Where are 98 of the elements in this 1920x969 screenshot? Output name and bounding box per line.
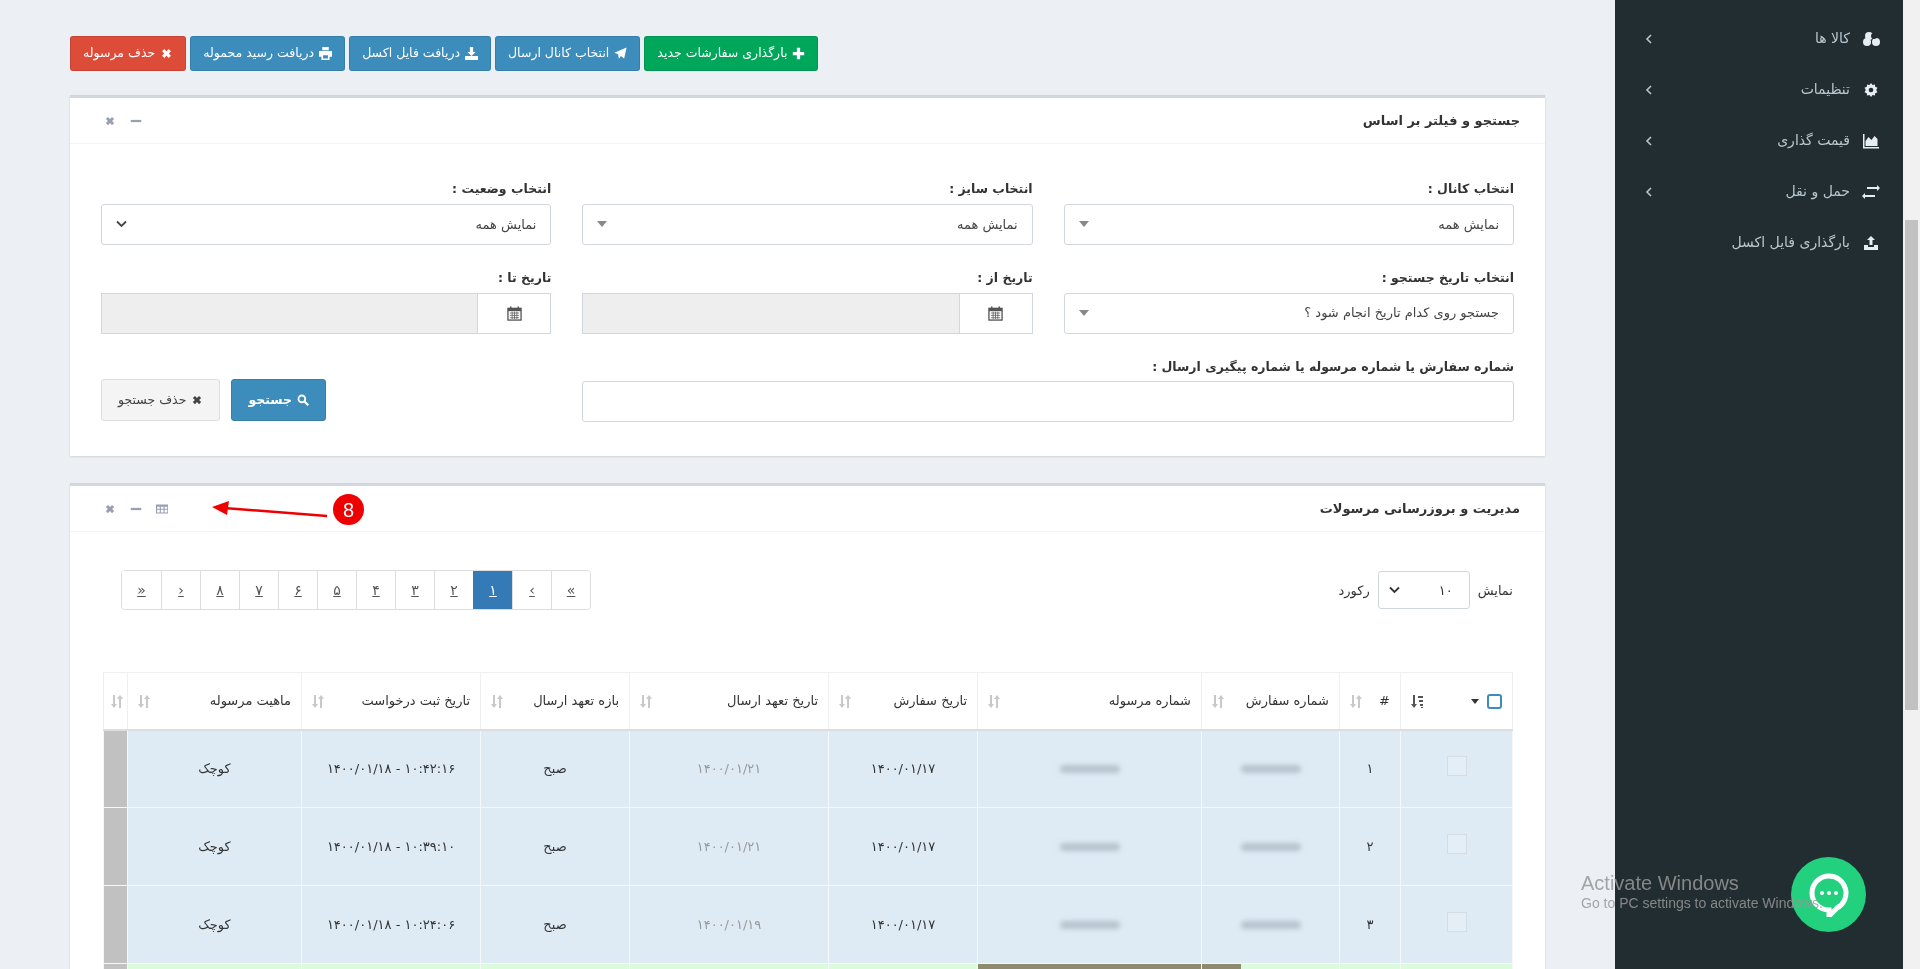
sort-icon: [1212, 694, 1224, 708]
clear-button[interactable]: حذف جستجو: [101, 379, 221, 422]
page-size-label: رکورد: [1338, 581, 1370, 600]
toolbar-button[interactable]: دریافت رسید محموله: [190, 36, 346, 71]
close-icon[interactable]: [104, 502, 116, 515]
chevron-icon: [1645, 186, 1653, 197]
sort-icon: [491, 694, 503, 708]
sidebar-item[interactable]: قیمت گذاری: [1615, 115, 1903, 166]
area-chart-icon: [1862, 132, 1881, 149]
field-label: تاریخ از :: [976, 268, 1033, 287]
table-cell: ۱۴۰۰/۰۱/۲۱: [696, 839, 762, 854]
table-cell: صبح: [543, 839, 567, 854]
page-size-label: نمایش: [1477, 581, 1513, 600]
sort-icon: [1411, 694, 1423, 708]
page-size-select[interactable]: ۱۰: [1377, 571, 1470, 610]
printer-icon: [319, 47, 333, 60]
table-cell: ۱۴۰۰/۰۱/۱۷: [870, 917, 936, 932]
blurred-text: [1059, 921, 1120, 929]
close-icon[interactable]: [104, 114, 116, 127]
table-cell: ۱۰:۲۴:۰۶ - ۱۴۰۰/۰۱/۱۸: [326, 917, 456, 932]
input-field[interactable]: [582, 381, 1514, 423]
sort-icon: [640, 694, 652, 708]
sort-icon: [111, 695, 123, 709]
toolbar-button[interactable]: دریافت فایل اکسل: [349, 36, 491, 71]
table-cell: کوچک: [198, 839, 231, 854]
field-label: تاریخ تا :: [496, 268, 552, 287]
sidebar-item[interactable]: بارگذاری فایل اکسل: [1615, 217, 1903, 268]
sort-icon: [312, 694, 324, 708]
field-label: انتخاب تاریخ جستجو :: [1380, 268, 1514, 287]
triangle-icon: [1078, 309, 1089, 317]
panel-title: جستجو و فیلتر بر اساس: [1362, 111, 1520, 130]
sort-icon: [1350, 694, 1362, 708]
sidebar-item[interactable]: تنظیمات: [1615, 64, 1903, 115]
panel-title: مدیریت و بروزرسانی مرسولات: [1319, 500, 1520, 518]
field-label: انتخاب وضعیت :: [451, 180, 552, 198]
column-header[interactable]: ماهیت مرسوله: [209, 691, 291, 711]
select-field[interactable]: نمایش همه: [101, 203, 552, 245]
table-icon[interactable]: [156, 502, 168, 515]
column-header[interactable]: #: [1379, 691, 1390, 711]
annotation-number: 8: [333, 494, 364, 526]
sort-icon: [138, 694, 150, 708]
blurred-text: [1240, 843, 1301, 851]
field-label: انتخاب کانال :: [1426, 180, 1514, 198]
table-cell: ۱۴۰۰/۰۱/۱۹: [696, 917, 762, 932]
download-icon: [465, 47, 478, 60]
toolbar-button[interactable]: حذف مرسوله: [70, 36, 187, 71]
column-header[interactable]: شماره مرسوله: [1108, 691, 1191, 711]
upload-icon: [1862, 234, 1881, 251]
sidebar-item[interactable]: حمل و نقل: [1615, 166, 1903, 217]
close-icon: [191, 394, 204, 407]
cubes-icon: [1862, 30, 1881, 47]
blurred-text: [1240, 921, 1301, 929]
column-header[interactable]: بازه تعهد ارسال: [533, 691, 619, 711]
table-cell: ۱۰:۳۹:۱۰ - ۱۴۰۰/۰۱/۱۸: [326, 839, 456, 854]
table-cell: ۱۰:۴۲:۱۶ - ۱۴۰۰/۰۱/۱۸: [326, 761, 456, 777]
triangle-icon: [597, 220, 608, 229]
table-cell: کوچک: [198, 761, 231, 777]
column-header[interactable]: تاریخ سفارش: [893, 691, 967, 711]
table-cell: ۳: [1366, 917, 1374, 932]
table-cell: ۱۴۰۰/۰۱/۱۷: [870, 761, 936, 777]
close-icon: [160, 47, 174, 60]
select-field[interactable]: نمایش همه: [1063, 203, 1514, 245]
arrows-icon: [1862, 183, 1881, 200]
select-field[interactable]: نمایش همه: [582, 203, 1033, 245]
pagination-link[interactable]: «: [551, 571, 590, 610]
table-cell: ۱: [1366, 761, 1374, 777]
sidebar-item[interactable]: کالا ها: [1615, 13, 1903, 64]
column-header[interactable]: تاریخ تعهد ارسال: [726, 691, 818, 711]
plus-icon: [792, 47, 806, 60]
table-cell: کوچک: [198, 917, 231, 932]
select-field[interactable]: جستجو روی کدام تاریخ انجام شود ؟: [1063, 292, 1514, 334]
chevron-icon: [1645, 135, 1653, 146]
table-cell: صبح: [543, 761, 567, 777]
paper-plane-icon: [614, 47, 628, 60]
table-cell: ۱۴۰۰/۰۱/۲۱: [696, 761, 762, 777]
sort-icon: [988, 694, 1000, 708]
sort-icon: [839, 694, 851, 708]
calendar-icon[interactable]: [958, 292, 1033, 334]
toolbar-button[interactable]: انتخاب کانال ارسال: [495, 36, 641, 71]
chevron-down-icon: [116, 220, 127, 229]
blurred-text: [1240, 765, 1301, 774]
chevron-icon: [1645, 33, 1653, 44]
chevron-down-icon: [1388, 586, 1400, 595]
field-label: انتخاب سایز :: [948, 180, 1033, 198]
blurred-text: [1059, 843, 1120, 851]
calendar-icon[interactable]: [477, 292, 552, 334]
caret-icon: [1471, 698, 1479, 704]
checkbox[interactable]: [1487, 693, 1502, 709]
table-cell: ۱۴۰۰/۰۱/۱۷: [870, 839, 936, 854]
pagination-link[interactable]: ۱: [473, 571, 512, 610]
search-button[interactable]: جستجو: [231, 379, 327, 422]
chevron-icon: [1645, 84, 1653, 95]
blurred-text: [1059, 765, 1120, 774]
table-cell: صبح: [543, 917, 567, 932]
field-label: شماره سفارش یا شماره مرسوله یا شماره پیگیری ارسال :: [1151, 357, 1514, 376]
table-cell: ۲: [1366, 839, 1374, 854]
search-icon: [297, 394, 310, 407]
triangle-icon: [1078, 220, 1089, 229]
